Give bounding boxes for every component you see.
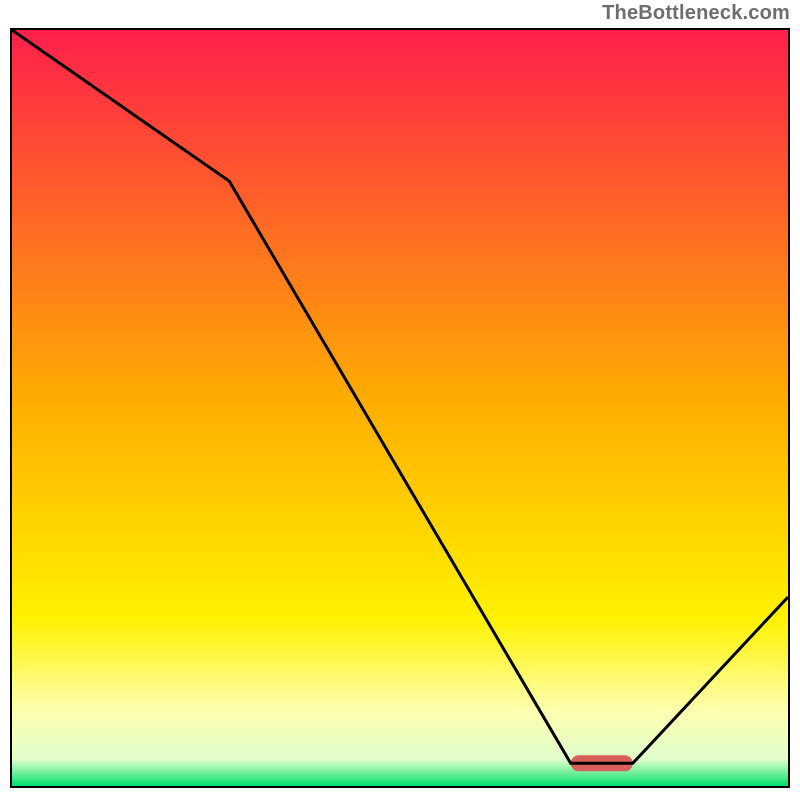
plot-area	[10, 28, 790, 788]
gradient-background	[12, 30, 788, 786]
watermark-text: TheBottleneck.com	[602, 2, 790, 25]
chart-svg	[12, 30, 788, 786]
bottleneck-chart: TheBottleneck.com	[0, 0, 800, 800]
